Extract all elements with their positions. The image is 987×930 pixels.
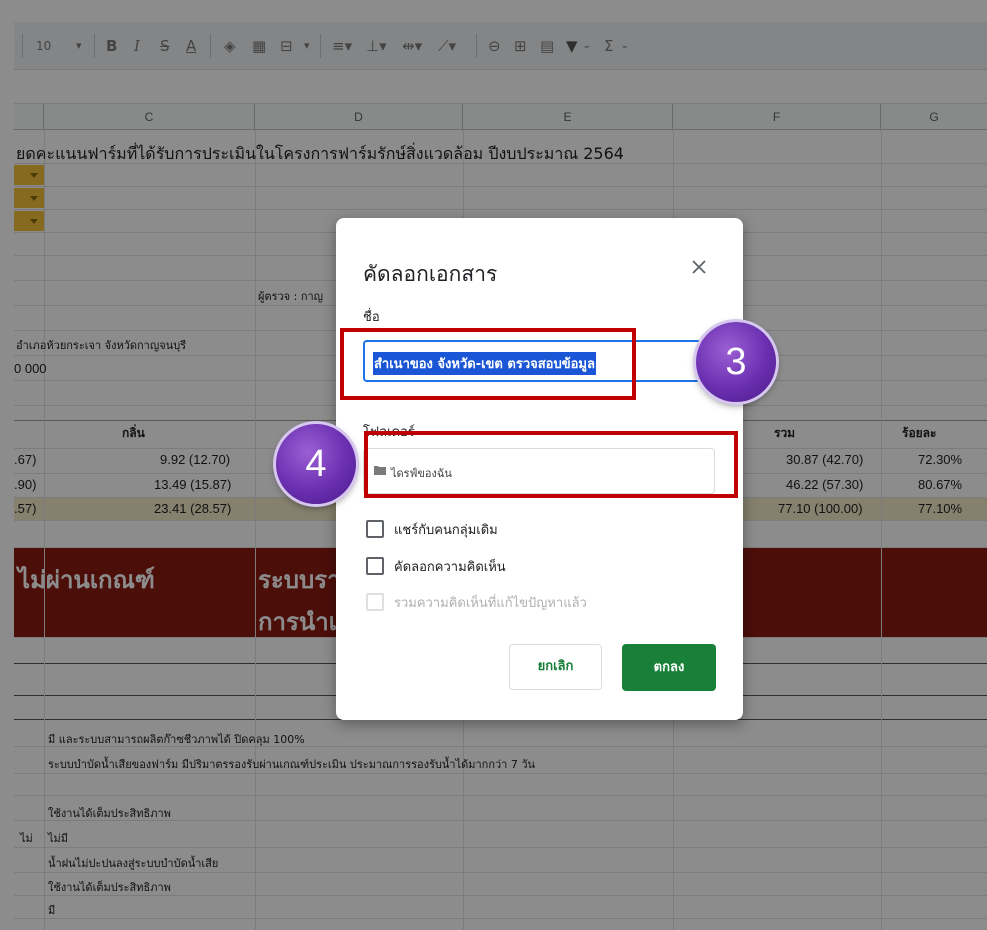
copy-comments-option[interactable]: คัดลอกความคิดเห็น (366, 555, 506, 577)
copy-comments-checkbox[interactable] (366, 557, 384, 575)
share-checkbox[interactable] (366, 520, 384, 538)
copy-comments-label: คัดลอกความคิดเห็น (394, 559, 506, 575)
highlight-name-field (340, 328, 636, 400)
cancel-button[interactable]: ยกเลิก (509, 644, 602, 690)
ok-button[interactable]: ตกลง (622, 644, 716, 691)
close-icon[interactable] (686, 254, 712, 280)
resolved-comments-label: รวมความคิดเห็นที่แก้ไขปัญหาแล้ว (394, 595, 587, 611)
share-option[interactable]: แชร์กับคนกลุ่มเดิม (366, 518, 498, 540)
dialog-title: คัดลอกเอกสาร (363, 262, 498, 286)
step-badge-3: 3 (696, 322, 776, 402)
step-badge-4: 4 (276, 424, 356, 504)
highlight-folder-field (364, 431, 738, 498)
share-option-label: แชร์กับคนกลุ่มเดิม (394, 522, 498, 538)
resolved-comments-option: รวมความคิดเห็นที่แก้ไขปัญหาแล้ว (366, 591, 587, 613)
resolved-comments-checkbox (366, 593, 384, 611)
name-label: ชื่อ (363, 310, 380, 325)
